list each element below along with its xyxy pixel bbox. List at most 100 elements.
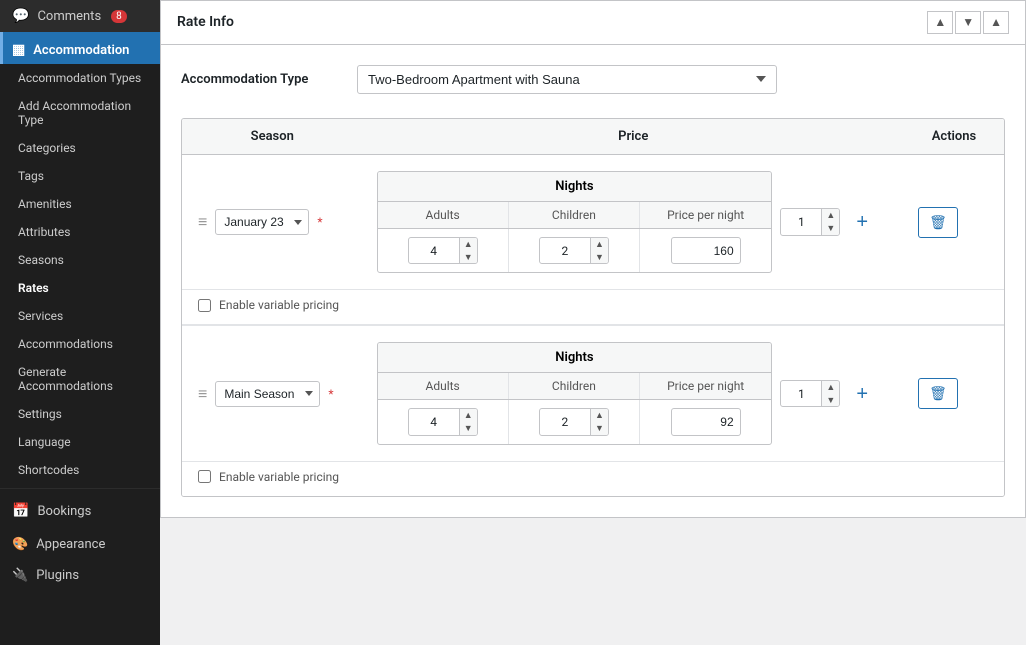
- col-season-header: Season: [182, 119, 363, 154]
- price-cell-main-season: Nights Adults Children Price per night: [377, 342, 877, 445]
- sidebar-item-tags[interactable]: Tags: [0, 162, 160, 190]
- sidebar-item-add-accommodation-type[interactable]: Add Accommodation Type: [0, 92, 160, 134]
- comments-label: Comments: [37, 9, 101, 24]
- required-star-main-season: *: [328, 387, 333, 401]
- price-input-main-season[interactable]: [671, 408, 741, 436]
- children-arrows-main-season: ▲ ▼: [590, 409, 608, 435]
- children-arrows-january: ▲ ▼: [590, 238, 608, 264]
- rate-row-main-season-inner: ≡ Main Season * Nights: [182, 326, 1004, 462]
- sidebar-item-shortcodes[interactable]: Shortcodes: [0, 456, 160, 484]
- variable-pricing-label-main-season[interactable]: Enable variable pricing: [219, 470, 339, 484]
- rate-row-january: ≡ January 23 * Nights: [182, 155, 1004, 325]
- variable-pricing-checkbox-january[interactable]: [198, 299, 211, 312]
- adults-down-january[interactable]: ▼: [460, 251, 477, 264]
- sidebar-item-bookings[interactable]: 📅 Bookings: [0, 493, 160, 529]
- variable-pricing-checkbox-main-season[interactable]: [198, 470, 211, 483]
- panel-title: Rate Info: [177, 14, 234, 30]
- panel-down-button[interactable]: ▼: [955, 11, 981, 34]
- plugins-icon: 🔌: [12, 568, 28, 583]
- season-select-january[interactable]: January 23: [215, 209, 309, 235]
- sidebar-item-accommodation-types[interactable]: Accommodation Types: [0, 64, 160, 92]
- children-spinner-main-season[interactable]: 2 ▲ ▼: [539, 408, 609, 436]
- delete-button-january[interactable]: 🗑: [918, 207, 958, 238]
- adults-down-main-season[interactable]: ▼: [460, 422, 477, 435]
- add-price-button-main-season[interactable]: +: [848, 384, 876, 404]
- drag-handle-main-season[interactable]: ≡: [198, 386, 207, 402]
- comments-badge: 8: [111, 10, 127, 23]
- sidebar-item-accommodations[interactable]: Accommodations: [0, 330, 160, 358]
- accommodation-type-row: Accommodation Type Two-Bedroom Apartment…: [181, 65, 1005, 94]
- price-inputs-january: 4 ▲ ▼: [378, 229, 772, 273]
- panel-header: Rate Info ▲ ▼ ▲: [161, 1, 1025, 45]
- price-subheader-main-season: Adults Children Price per night: [378, 373, 772, 400]
- nights-up-main-season[interactable]: ▲: [822, 381, 839, 394]
- sidebar-item-accommodation[interactable]: ▦ Accommodation: [0, 32, 160, 64]
- sidebar-item-language[interactable]: Language: [0, 428, 160, 456]
- sidebar-item-seasons[interactable]: Seasons: [0, 246, 160, 274]
- adults-arrows-main-season: ▲ ▼: [459, 409, 477, 435]
- adults-input-cell-main-season: 4 ▲ ▼: [378, 400, 509, 444]
- adults-header-main-season: Adults: [378, 373, 509, 399]
- sidebar-item-attributes[interactable]: Attributes: [0, 218, 160, 246]
- rate-info-panel: Rate Info ▲ ▼ ▲ Accommodation Type Two-B…: [160, 0, 1026, 518]
- sidebar-item-generate-accommodations[interactable]: Generate Accommodations: [0, 358, 160, 400]
- col-actions-header: Actions: [904, 119, 1004, 154]
- price-inputs-main-season: 4 ▲ ▼: [378, 400, 772, 444]
- adults-arrows-january: ▲ ▼: [459, 238, 477, 264]
- sidebar-item-appearance[interactable]: 🎨 Appearance: [0, 529, 160, 560]
- sidebar-item-plugins[interactable]: 🔌 Plugins: [0, 560, 160, 591]
- sidebar: 💬 Comments 8 ▦ Accommodation Accommodati…: [0, 0, 160, 645]
- nights-down-main-season[interactable]: ▼: [822, 394, 839, 407]
- accommodation-label: Accommodation: [33, 43, 129, 58]
- variable-pricing-row-january: Enable variable pricing: [182, 290, 1004, 324]
- accommodation-type-label: Accommodation Type: [181, 72, 341, 87]
- sidebar-item-comments[interactable]: 💬 Comments 8: [0, 0, 160, 32]
- price-subheader-january: Adults Children Price per night: [378, 202, 772, 229]
- adults-spinner-january[interactable]: 4 ▲ ▼: [408, 237, 478, 265]
- variable-pricing-row-main-season: Enable variable pricing: [182, 462, 1004, 496]
- children-spinner-january[interactable]: 2 ▲ ▼: [539, 237, 609, 265]
- adults-up-main-season[interactable]: ▲: [460, 409, 477, 422]
- children-down-main-season[interactable]: ▼: [591, 422, 608, 435]
- drag-handle-january[interactable]: ≡: [198, 214, 207, 230]
- bookings-label: Bookings: [37, 504, 91, 519]
- children-down-january[interactable]: ▼: [591, 251, 608, 264]
- nights-spinner-january[interactable]: 1 ▲ ▼: [780, 208, 840, 236]
- sidebar-item-settings[interactable]: Settings: [0, 400, 160, 428]
- sidebar-item-rates[interactable]: Rates: [0, 274, 160, 302]
- season-cell-january: ≡ January 23 *: [198, 209, 365, 235]
- sidebar-item-amenities[interactable]: Amenities: [0, 190, 160, 218]
- actions-cell-january: 🗑: [888, 207, 988, 238]
- children-header-january: Children: [509, 202, 640, 228]
- children-input-cell-january: 2 ▲ ▼: [509, 229, 640, 273]
- panel-collapse-button[interactable]: ▲: [983, 11, 1009, 34]
- add-price-button-january[interactable]: +: [848, 212, 876, 232]
- bookings-icon: 📅: [12, 503, 29, 519]
- appearance-label: Appearance: [36, 537, 105, 552]
- price-input-cell-january: [640, 229, 771, 273]
- sidebar-item-categories[interactable]: Categories: [0, 134, 160, 162]
- nights-down-january[interactable]: ▼: [822, 222, 839, 235]
- season-select-main-season[interactable]: Main Season: [215, 381, 320, 407]
- variable-pricing-label-january[interactable]: Enable variable pricing: [219, 298, 339, 312]
- adults-up-january[interactable]: ▲: [460, 238, 477, 251]
- adults-spinner-main-season[interactable]: 4 ▲ ▼: [408, 408, 478, 436]
- main-content: Rate Info ▲ ▼ ▲ Accommodation Type Two-B…: [160, 0, 1026, 645]
- sidebar-item-services[interactable]: Services: [0, 302, 160, 330]
- price-input-january[interactable]: [671, 237, 741, 265]
- children-up-main-season[interactable]: ▲: [591, 409, 608, 422]
- nights-spinner-main-season[interactable]: 1 ▲ ▼: [780, 380, 840, 408]
- nights-arrows-main-season: ▲ ▼: [821, 381, 839, 407]
- adults-header-january: Adults: [378, 202, 509, 228]
- price-cell-january: Nights Adults Children Price per night: [377, 171, 877, 274]
- panel-body: Accommodation Type Two-Bedroom Apartment…: [161, 45, 1025, 517]
- nights-header-january: Nights: [378, 172, 772, 202]
- children-up-january[interactable]: ▲: [591, 238, 608, 251]
- price-table-main-season: Nights Adults Children Price per night: [377, 342, 773, 445]
- delete-button-main-season[interactable]: 🗑: [918, 378, 958, 409]
- panel-up-button[interactable]: ▲: [927, 11, 953, 34]
- nights-up-january[interactable]: ▲: [822, 209, 839, 222]
- nights-header-main-season: Nights: [378, 343, 772, 373]
- accommodation-type-select[interactable]: Two-Bedroom Apartment with Sauna: [357, 65, 777, 94]
- price-per-night-header-january: Price per night: [640, 202, 771, 228]
